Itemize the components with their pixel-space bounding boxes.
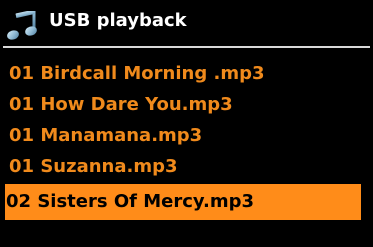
track-item-sisters-of-mercy[interactable]: 02 Sisters Of Mercy.mp3 [5, 184, 361, 220]
track-label: 01 How Dare You.mp3 [9, 94, 233, 115]
header-divider [3, 46, 370, 48]
music-note-icon [7, 11, 37, 40]
track-label: 01 Suzanna.mp3 [9, 156, 178, 177]
header: USB playback [0, 0, 373, 46]
track-label: 02 Sisters Of Mercy.mp3 [6, 191, 254, 212]
usb-playback-screen: USB playback 01 Birdcall Morning .mp3 01… [0, 0, 373, 247]
track-label: 01 Manamana.mp3 [9, 125, 203, 146]
track-label: 01 Birdcall Morning .mp3 [9, 63, 265, 84]
page-title: USB playback [49, 10, 187, 31]
track-item-suzanna[interactable]: 01 Suzanna.mp3 [5, 149, 361, 185]
